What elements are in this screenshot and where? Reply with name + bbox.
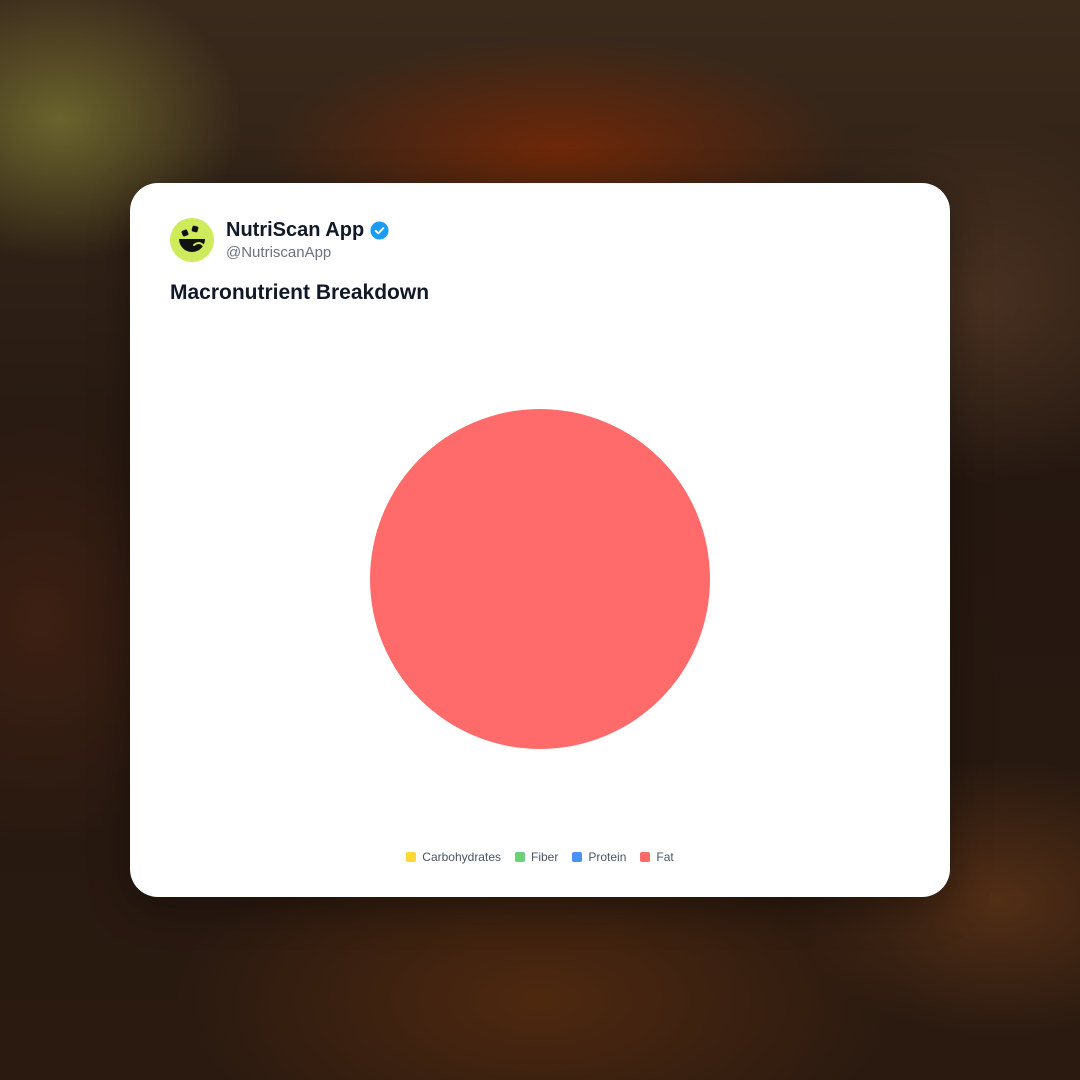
legend-swatch-fat <box>640 852 651 862</box>
chart-legend: Carbohydrates Fiber Protein Fat <box>130 850 950 864</box>
pie-slice-fat[interactable] <box>370 409 710 749</box>
legend-label-protein: Protein <box>588 850 627 864</box>
legend-item-protein[interactable]: Protein <box>572 850 626 864</box>
legend-swatch-carbohydrates <box>406 852 417 862</box>
post-card: NutriScan App @NutriscanApp Macronutrien… <box>130 183 950 897</box>
chart-title: Macronutrient Breakdown <box>170 281 430 304</box>
post-header: NutriScan App @NutriscanApp <box>170 218 389 262</box>
name-row: NutriScan App <box>226 218 389 242</box>
nutriscan-logo-icon[interactable] <box>170 218 214 262</box>
legend-item-carbohydrates[interactable]: Carbohydrates <box>406 850 501 864</box>
account-name[interactable]: NutriScan App <box>226 218 364 242</box>
legend-label-carbohydrates: Carbohydrates <box>422 850 501 864</box>
legend-swatch-protein <box>572 852 583 862</box>
legend-item-fat[interactable]: Fat <box>640 850 674 864</box>
account-identity: NutriScan App @NutriscanApp <box>226 218 389 262</box>
legend-swatch-fiber <box>515 852 525 862</box>
legend-label-fat: Fat <box>656 850 674 864</box>
verified-badge-icon <box>370 220 389 240</box>
legend-label-fiber: Fiber <box>531 850 559 864</box>
account-handle[interactable]: @NutriscanApp <box>226 243 389 262</box>
pie-chart <box>370 409 710 749</box>
legend-item-fiber[interactable]: Fiber <box>515 850 558 864</box>
